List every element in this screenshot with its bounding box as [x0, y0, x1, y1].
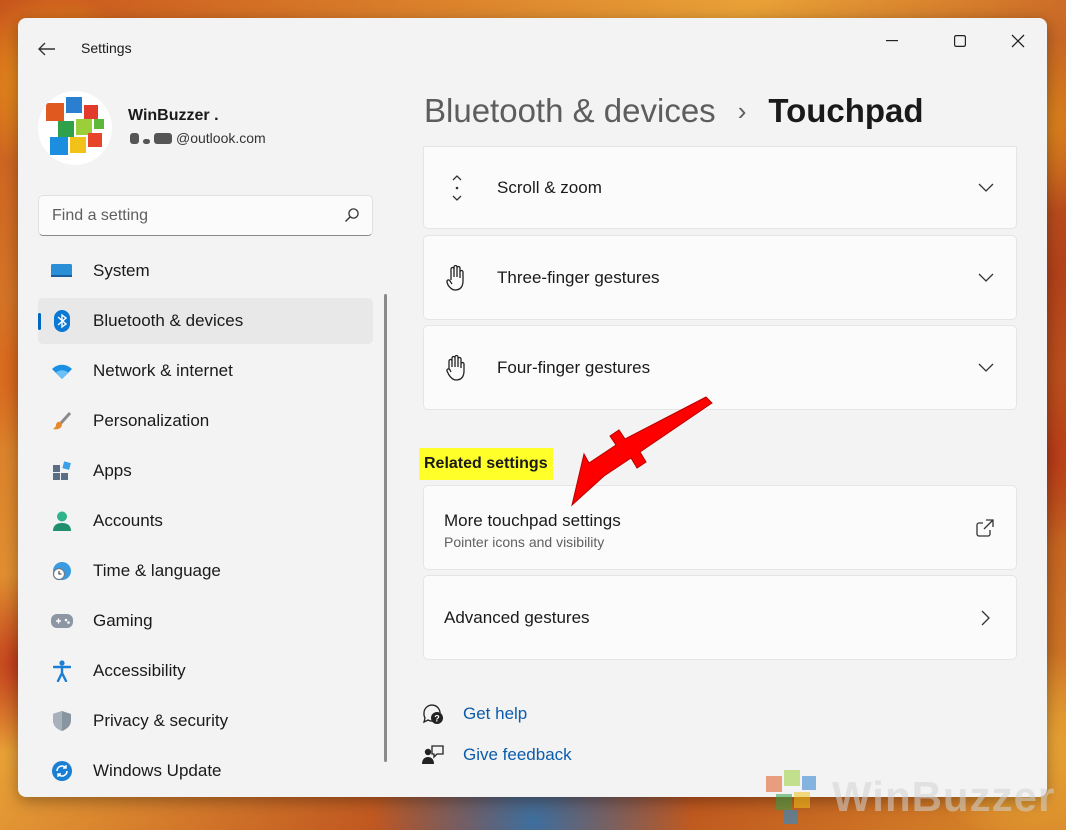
open-external-icon — [976, 518, 994, 537]
sidebar-item-label: Apps — [93, 461, 132, 480]
more-touchpad-settings-card[interactable]: More touchpad settings Pointer icons and… — [423, 485, 1017, 570]
accessibility-icon — [51, 660, 73, 682]
card-subtitle: Pointer icons and visibility — [444, 534, 605, 550]
maximize-button[interactable] — [937, 26, 983, 56]
avatar[interactable] — [38, 91, 112, 165]
sidebar-item-label: Bluetooth & devices — [93, 311, 244, 330]
breadcrumb-separator: › — [737, 95, 747, 126]
search-icon[interactable] — [344, 207, 360, 223]
give-feedback-label: Give feedback — [463, 745, 572, 764]
chevron-right-icon — [978, 610, 994, 626]
redacted-mark — [154, 132, 172, 144]
close-button[interactable] — [995, 26, 1041, 56]
sidebar-nav: System Bluetooth & devices Network & int… — [38, 248, 373, 797]
sidebar-item-system[interactable]: System — [38, 248, 373, 294]
sidebar-item-label: Network & internet — [93, 361, 233, 380]
sidebar-item-label: Privacy & security — [93, 711, 229, 730]
hand-four-fingers-icon — [444, 354, 470, 381]
sidebar-item-label: Time & language — [93, 561, 221, 580]
settings-window: Settings WinBuzzer . @outlook.com Find a… — [18, 18, 1047, 797]
card-title: Three-finger gestures — [497, 267, 660, 287]
card-title: Four-finger gestures — [497, 357, 651, 377]
card-title: Advanced gestures — [444, 607, 590, 627]
back-button[interactable] — [34, 36, 60, 62]
get-help-label: Get help — [463, 704, 528, 723]
chevron-down-icon — [978, 270, 994, 286]
back-arrow-icon — [38, 42, 55, 56]
winbuzzer-cubes-logo — [46, 97, 104, 155]
related-settings-heading: Related settings — [419, 448, 553, 480]
sidebar-item-privacy-security[interactable]: Privacy & security — [38, 698, 373, 744]
maximize-icon — [954, 35, 966, 47]
redacted-mark — [130, 132, 139, 144]
four-finger-gestures-card[interactable]: Four-finger gestures — [423, 325, 1017, 410]
sidebar-item-bluetooth[interactable]: Bluetooth & devices — [38, 298, 373, 344]
help-chat-icon: ? — [422, 703, 444, 725]
app-title: Settings — [81, 40, 132, 56]
minimize-button[interactable] — [869, 26, 915, 56]
get-help-link[interactable]: ? Get help — [422, 703, 527, 725]
sidebar-item-label: Gaming — [93, 611, 153, 630]
scroll-zoom-card[interactable]: Scroll & zoom — [423, 146, 1017, 229]
redacted-mark — [143, 138, 150, 144]
advanced-gestures-card[interactable]: Advanced gestures — [423, 575, 1017, 660]
winbuzzer-logo-icon — [766, 770, 816, 824]
search-box[interactable] — [38, 195, 373, 236]
title-bar: Settings — [18, 18, 1047, 78]
sidebar-item-label: Windows Update — [93, 761, 222, 780]
scroll-arrows-icon — [444, 174, 470, 201]
svg-text:?: ? — [434, 714, 440, 724]
wifi-icon — [51, 361, 73, 381]
minimize-icon — [886, 40, 898, 42]
user-email: @outlook.com — [130, 130, 266, 146]
apps-icon — [51, 461, 73, 481]
feedback-icon — [422, 744, 444, 766]
sidebar-item-gaming[interactable]: Gaming — [38, 598, 373, 644]
monitor-icon — [51, 261, 73, 281]
hand-three-fingers-icon — [444, 264, 470, 291]
card-title: More touchpad settings — [444, 511, 621, 530]
update-icon — [51, 761, 73, 781]
sidebar-item-label: Accounts — [93, 511, 163, 530]
winbuzzer-watermark: WinBuzzer — [762, 768, 1055, 826]
sidebar-item-apps[interactable]: Apps — [38, 448, 373, 494]
sidebar-item-label: Accessibility — [93, 661, 186, 680]
sidebar-item-label: Personalization — [93, 411, 210, 430]
sidebar-item-time-language[interactable]: Time & language — [38, 548, 373, 594]
chevron-down-icon — [978, 360, 994, 376]
sidebar-scrollbar[interactable] — [384, 294, 387, 762]
sidebar-item-accessibility[interactable]: Accessibility — [38, 648, 373, 694]
card-title: Scroll & zoom — [497, 177, 602, 197]
globe-clock-icon — [51, 561, 73, 581]
chevron-down-icon — [978, 180, 994, 196]
three-finger-gestures-card[interactable]: Three-finger gestures — [423, 235, 1017, 320]
search-input[interactable] — [52, 205, 332, 227]
breadcrumb: Bluetooth & devices › Touchpad — [424, 92, 924, 130]
email-domain: @outlook.com — [176, 130, 266, 146]
shield-icon — [51, 711, 73, 731]
sidebar-item-personalization[interactable]: Personalization — [38, 398, 373, 444]
person-icon — [51, 511, 73, 531]
breadcrumb-parent[interactable]: Bluetooth & devices — [424, 92, 716, 130]
watermark-text: WinBuzzer — [832, 773, 1056, 820]
close-icon — [1011, 34, 1025, 48]
sidebar-item-label: System — [93, 261, 150, 280]
user-name: WinBuzzer . — [128, 107, 219, 124]
gamepad-icon — [51, 611, 73, 631]
sidebar-item-accounts[interactable]: Accounts — [38, 498, 373, 544]
give-feedback-link[interactable]: Give feedback — [422, 744, 572, 766]
bluetooth-icon — [51, 310, 73, 332]
brush-icon — [51, 411, 73, 431]
sidebar-item-network[interactable]: Network & internet — [38, 348, 373, 394]
sidebar-item-windows-update[interactable]: Windows Update — [38, 748, 373, 794]
page-title: Touchpad — [768, 92, 924, 129]
